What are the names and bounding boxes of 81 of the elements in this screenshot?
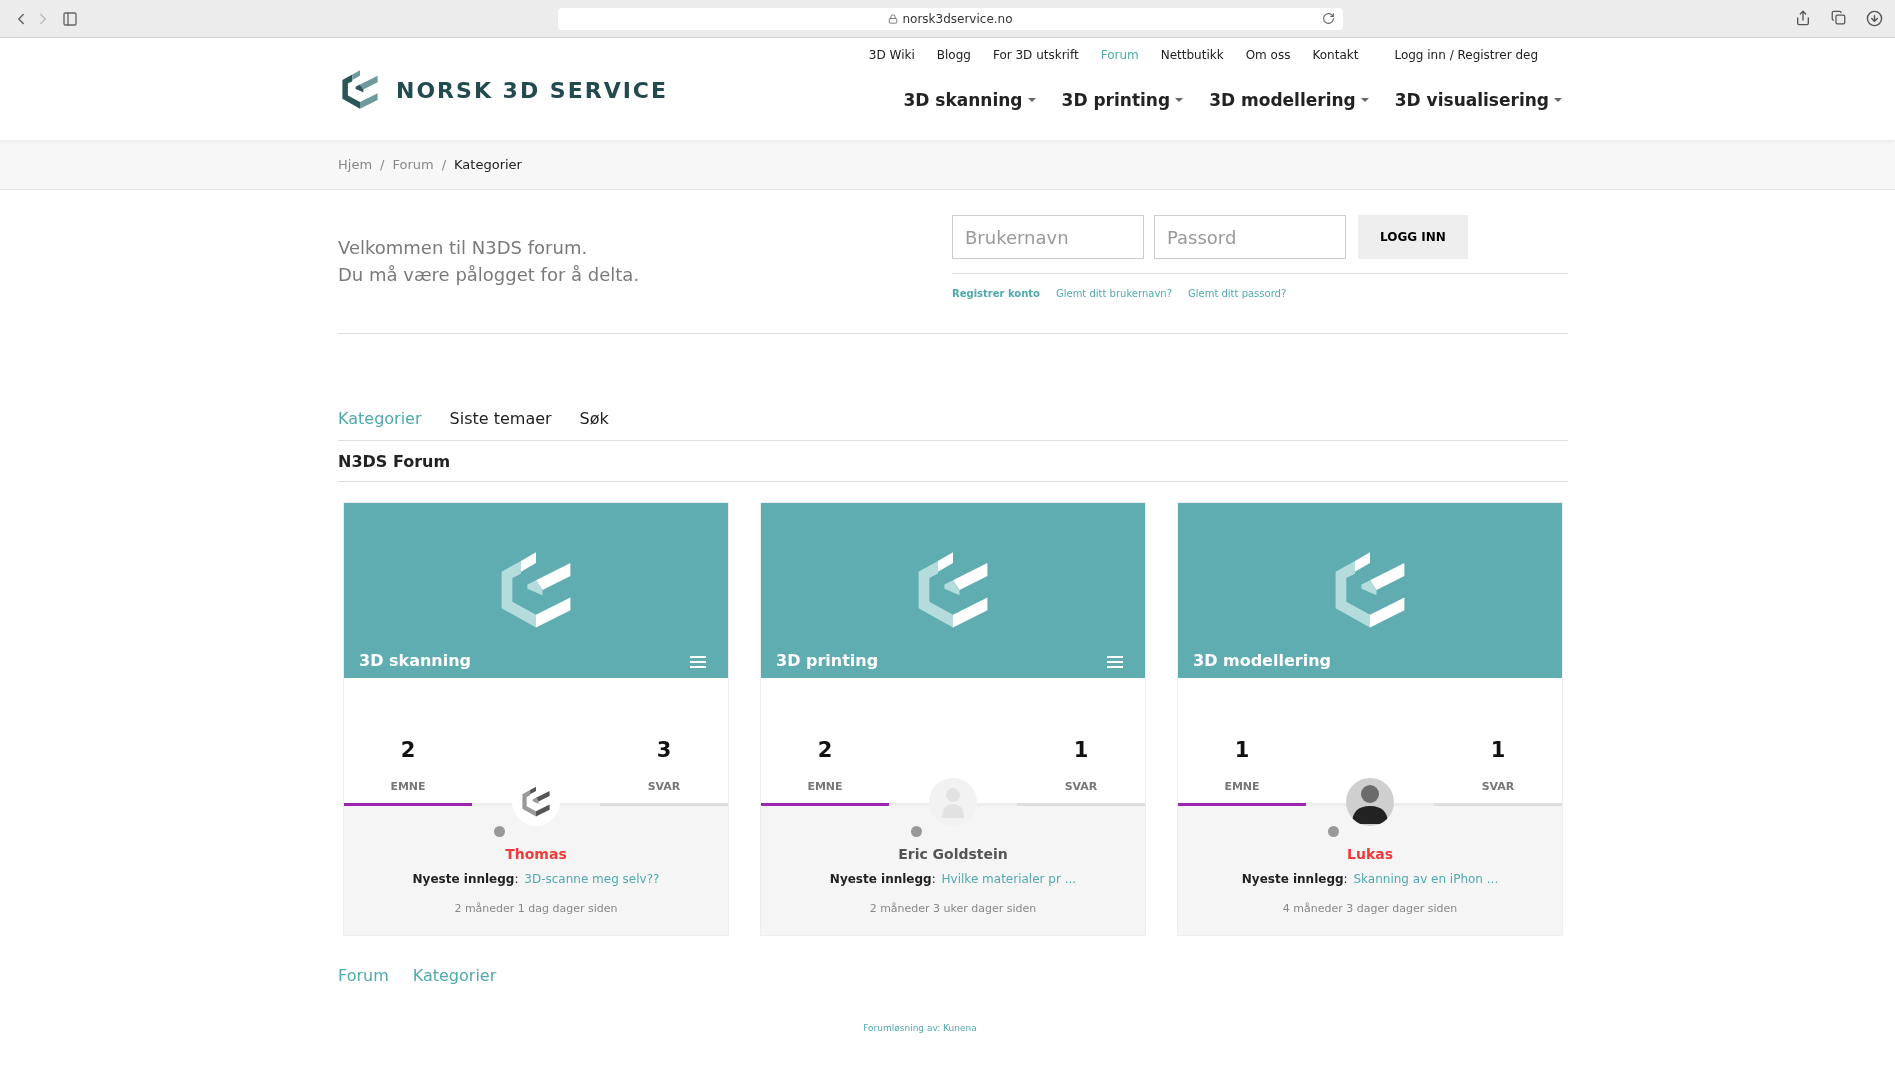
- download-icon[interactable]: [1866, 10, 1883, 27]
- user-name[interactable]: Lukas: [1347, 846, 1393, 862]
- user-name[interactable]: Thomas: [505, 846, 567, 862]
- reload-icon[interactable]: [1322, 11, 1335, 25]
- user-name[interactable]: Eric Goldstein: [898, 846, 1008, 862]
- post-time: 2 måneder 3 uker dager siden: [869, 902, 1037, 915]
- footer-link[interactable]: Forum: [338, 966, 389, 985]
- stat-label: SVAR: [1064, 780, 1098, 793]
- stat-label: SVAR: [647, 780, 681, 793]
- latest-post-text: Nyeste innlegg: Hvilke materialer pr ...: [829, 872, 1077, 886]
- welcome-text: Velkommen til N3DS forum.: [338, 237, 589, 258]
- stat-label: EMNE: [390, 780, 426, 793]
- menu-icon[interactable]: [690, 656, 706, 668]
- category-title[interactable]: 3D printing: [776, 651, 879, 670]
- topic-count: 2: [817, 738, 833, 762]
- top-nav-link[interactable]: Logg inn / Registrer deg: [1394, 48, 1538, 62]
- account-link[interactable]: Glemt ditt passord?: [1187, 288, 1287, 299]
- sidebar-icon[interactable]: [62, 10, 78, 27]
- post-time: 2 måneder 1 dag dager siden: [454, 902, 618, 915]
- breadcrumb-link[interactable]: Forum: [392, 157, 434, 172]
- status-dot: [911, 826, 922, 837]
- post-time: 4 måneder 3 dager dager siden: [1282, 902, 1458, 915]
- top-nav-link[interactable]: Forum: [1100, 48, 1139, 62]
- forum-tab[interactable]: Kategorier: [338, 409, 422, 428]
- account-link[interactable]: Registrer konto: [952, 288, 1040, 299]
- category-banner[interactable]: 3D printing: [761, 503, 1145, 678]
- password-field[interactable]: Passord: [1154, 215, 1346, 259]
- forum-tab[interactable]: Søk: [579, 409, 609, 428]
- category-banner[interactable]: 3D modellering: [1178, 503, 1562, 678]
- top-nav-link[interactable]: For 3D utskrift: [992, 48, 1079, 62]
- top-nav-link[interactable]: Kontakt: [1312, 48, 1359, 62]
- category-title[interactable]: 3D modellering: [1193, 651, 1331, 670]
- main-nav-menu[interactable]: 3D modellering: [1209, 90, 1369, 110]
- caret-icon: [1027, 98, 1036, 102]
- category-banner[interactable]: 3D skanning: [344, 503, 728, 678]
- login-button[interactable]: LOGG INN: [1358, 215, 1468, 259]
- tabs-icon[interactable]: [1831, 10, 1846, 25]
- status-dot: [1328, 826, 1339, 837]
- category-title[interactable]: 3D skanning: [359, 651, 472, 670]
- top-nav-link[interactable]: Blogg: [936, 48, 971, 62]
- stat-label: EMNE: [1224, 780, 1260, 793]
- caret-icon: [1175, 98, 1184, 102]
- latest-post-link[interactable]: Hvilke materialer pr ...: [941, 872, 1077, 886]
- username-field[interactable]: Brukernavn: [952, 215, 1144, 259]
- welcome-text: Du må være pålogget for å delta.: [338, 264, 641, 285]
- breadcrumb-separator: /: [380, 157, 385, 172]
- breadcrumb-separator: /: [441, 157, 447, 172]
- breadcrumb-link[interactable]: Kategorier: [454, 157, 522, 172]
- breadcrumb-link[interactable]: Hjem: [338, 157, 373, 172]
- status-dot: [494, 826, 505, 837]
- caret-icon: [1360, 98, 1369, 102]
- stat-label: SVAR: [1481, 780, 1515, 793]
- footer-link[interactable]: Kategorier: [412, 966, 497, 985]
- brand-name[interactable]: NORSK 3D SERVICE: [396, 77, 669, 103]
- latest-post-text: Nyeste innlegg: 3D-scanne meg selv??: [412, 872, 660, 886]
- logo-icon: [519, 785, 553, 819]
- caret-icon: [1554, 98, 1562, 102]
- address-bar[interactable]: norsk3dservice.no: [558, 7, 1343, 30]
- credit-text: Forumløsning av: Kunena: [862, 1023, 978, 1033]
- latest-post-link[interactable]: Skanning av en iPhon ...: [1353, 872, 1499, 886]
- url-text: norsk3dservice.no: [902, 11, 1013, 26]
- menu-icon[interactable]: [1107, 656, 1123, 668]
- reply-count: 3: [656, 738, 672, 762]
- main-nav-menu[interactable]: 3D skanning: [903, 90, 1036, 110]
- reply-count: 1: [1073, 738, 1089, 762]
- lock-icon: [888, 13, 899, 24]
- top-nav-link[interactable]: Om oss: [1245, 48, 1291, 62]
- section-title: N3DS Forum: [338, 452, 451, 471]
- topic-count: 1: [1234, 738, 1250, 762]
- main-nav-menu[interactable]: 3D printing: [1061, 90, 1184, 110]
- main-nav-menu[interactable]: 3D visualisering: [1394, 90, 1562, 110]
- top-nav-link[interactable]: Nettbutikk: [1160, 48, 1224, 62]
- topic-count: 2: [400, 738, 416, 762]
- reply-count: 1: [1490, 738, 1506, 762]
- latest-post-text: Nyeste innlegg: Skanning av en iPhon ...: [1241, 872, 1499, 886]
- top-nav-link[interactable]: 3D Wiki: [868, 48, 915, 62]
- share-icon[interactable]: [1795, 10, 1811, 26]
- latest-post-link[interactable]: 3D-scanne meg selv??: [524, 872, 660, 886]
- stat-label: EMNE: [807, 780, 843, 793]
- account-link[interactable]: Glemt ditt brukernavn?: [1055, 288, 1172, 299]
- forum-tab[interactable]: Siste temaer: [449, 409, 552, 428]
